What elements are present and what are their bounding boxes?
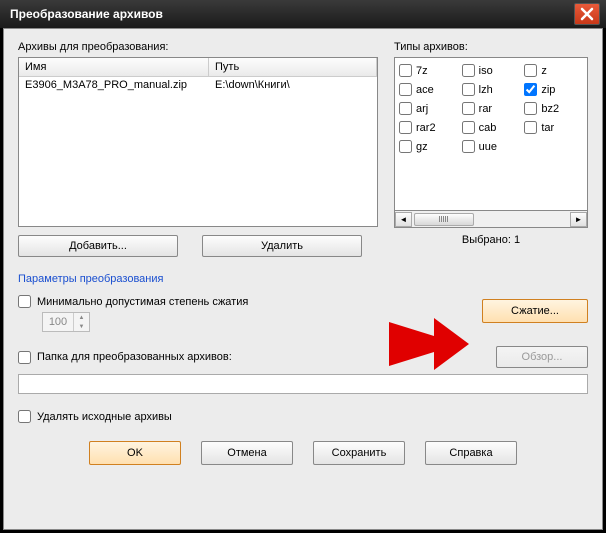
dialog-content: Архивы для преобразования: Имя Путь E390… [3, 28, 603, 530]
table-header: Имя Путь [19, 58, 377, 77]
type-option-tar[interactable]: tar [524, 121, 583, 134]
type-label: lzh [479, 84, 493, 96]
type-checkbox-bz2[interactable] [524, 102, 537, 115]
scroll-thumb[interactable] [414, 213, 474, 226]
type-option-7z[interactable]: 7z [399, 64, 458, 77]
h-scrollbar[interactable]: ◄ ► [394, 211, 588, 228]
type-label: zip [541, 84, 555, 96]
min-ratio-option[interactable]: Минимально допустимая степень сжатия [18, 295, 476, 308]
type-option-iso[interactable]: iso [462, 64, 521, 77]
selected-count: Выбрано: 1 [394, 234, 588, 246]
scroll-right-icon[interactable]: ► [570, 212, 587, 227]
type-label: gz [416, 141, 428, 153]
ratio-input[interactable] [43, 313, 73, 331]
compress-button[interactable]: Сжатие... [482, 299, 588, 323]
cancel-button[interactable]: Отмена [201, 441, 293, 465]
type-label: cab [479, 122, 497, 134]
out-folder-input[interactable] [18, 374, 588, 394]
type-checkbox-rar2[interactable] [399, 121, 412, 134]
type-label: rar2 [416, 122, 436, 134]
type-checkbox-rar[interactable] [462, 102, 475, 115]
type-option-zip[interactable]: zip [524, 83, 583, 96]
delete-src-option[interactable]: Удалять исходные архивы [18, 410, 588, 423]
min-ratio-checkbox[interactable] [18, 295, 31, 308]
type-label: iso [479, 65, 493, 77]
cell-path: E:\down\Книги\ [209, 77, 377, 93]
remove-button[interactable]: Удалить [202, 235, 362, 257]
archives-label: Архивы для преобразования: [18, 41, 378, 53]
params-title: Параметры преобразования [18, 273, 588, 285]
type-checkbox-iso[interactable] [462, 64, 475, 77]
delete-src-label: Удалять исходные архивы [37, 411, 172, 423]
scroll-left-icon[interactable]: ◄ [395, 212, 412, 227]
type-label: bz2 [541, 103, 559, 115]
table-row[interactable]: E3906_M3A78_PRO_manual.zip E:\down\Книги… [19, 77, 377, 93]
scroll-track[interactable] [412, 212, 570, 227]
col-name[interactable]: Имя [19, 58, 209, 76]
type-label: uue [479, 141, 497, 153]
type-option-bz2[interactable]: bz2 [524, 102, 583, 115]
type-option-ace[interactable]: ace [399, 83, 458, 96]
spinner-up-icon[interactable]: ▲ [74, 313, 89, 322]
close-button[interactable] [574, 3, 600, 25]
type-checkbox-gz[interactable] [399, 140, 412, 153]
col-path[interactable]: Путь [209, 58, 377, 76]
cell-name: E3906_M3A78_PRO_manual.zip [19, 77, 209, 93]
type-option-rar[interactable]: rar [462, 102, 521, 115]
type-checkbox-uue[interactable] [462, 140, 475, 153]
type-checkbox-ace[interactable] [399, 83, 412, 96]
help-button[interactable]: Справка [425, 441, 517, 465]
ratio-spinner[interactable]: ▲ ▼ [42, 312, 90, 332]
type-checkbox-cab[interactable] [462, 121, 475, 134]
types-panel: Типы архивов: 7z iso z ace lzh zip arj rar bz2 ra… [394, 41, 588, 257]
type-option-lzh[interactable]: lzh [462, 83, 521, 96]
dialog-window: Преобразование архивов Архивы для преобр… [0, 0, 606, 533]
out-folder-label: Папка для преобразованных архивов: [37, 351, 232, 363]
type-label: ace [416, 84, 434, 96]
type-option-rar2[interactable]: rar2 [399, 121, 458, 134]
type-label: arj [416, 103, 428, 115]
min-ratio-label: Минимально допустимая степень сжатия [37, 296, 248, 308]
ok-button[interactable]: OK [89, 441, 181, 465]
type-label: 7z [416, 65, 428, 77]
archives-panel: Архивы для преобразования: Имя Путь E390… [18, 41, 378, 257]
type-option-arj[interactable]: arj [399, 102, 458, 115]
type-option-uue[interactable]: uue [462, 140, 521, 153]
type-checkbox-zip[interactable] [524, 83, 537, 96]
titlebar: Преобразование архивов [0, 0, 606, 28]
type-checkbox-tar[interactable] [524, 121, 537, 134]
spinner-buttons[interactable]: ▲ ▼ [73, 313, 89, 331]
types-label: Типы архивов: [394, 41, 588, 53]
spinner-down-icon[interactable]: ▼ [74, 322, 89, 331]
type-option-gz[interactable]: gz [399, 140, 458, 153]
delete-src-checkbox[interactable] [18, 410, 31, 423]
type-option-z[interactable]: z [524, 64, 583, 77]
type-label: z [541, 65, 547, 77]
type-option-cab[interactable]: cab [462, 121, 521, 134]
save-button[interactable]: Сохранить [313, 441, 405, 465]
type-checkbox-z[interactable] [524, 64, 537, 77]
window-title: Преобразование архивов [6, 7, 574, 21]
archives-table[interactable]: Имя Путь E3906_M3A78_PRO_manual.zip E:\d… [18, 57, 378, 227]
type-checkbox-lzh[interactable] [462, 83, 475, 96]
table-body: E3906_M3A78_PRO_manual.zip E:\down\Книги… [19, 77, 377, 93]
type-checkbox-7z[interactable] [399, 64, 412, 77]
out-folder-option[interactable]: Папка для преобразованных архивов: [18, 351, 496, 364]
add-button[interactable]: Добавить... [18, 235, 178, 257]
close-icon [580, 7, 594, 21]
type-label: rar [479, 103, 492, 115]
browse-button[interactable]: Обзор... [496, 346, 588, 368]
out-folder-checkbox[interactable] [18, 351, 31, 364]
types-box: 7z iso z ace lzh zip arj rar bz2 rar2 cab tar gz uue [394, 57, 588, 211]
type-label: tar [541, 122, 554, 134]
type-checkbox-arj[interactable] [399, 102, 412, 115]
